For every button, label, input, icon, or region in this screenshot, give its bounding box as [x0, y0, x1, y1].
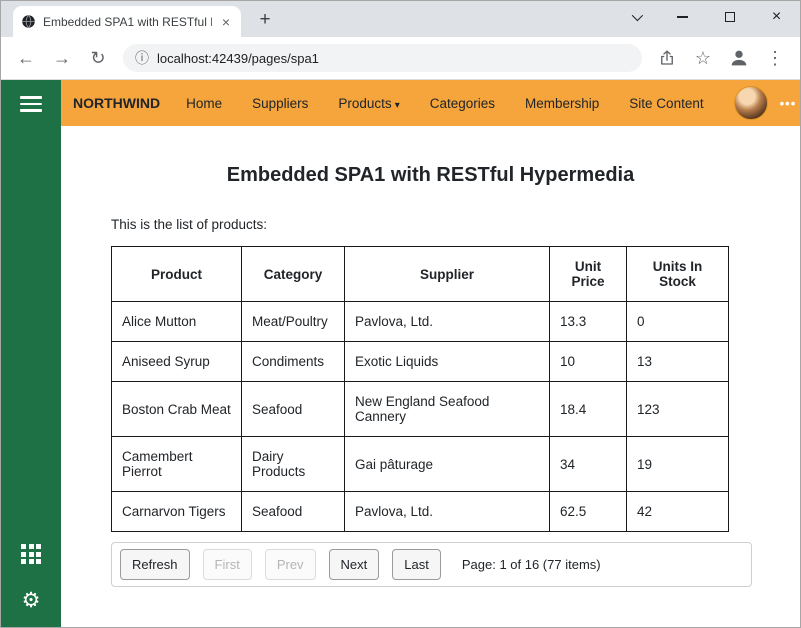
cell-category: Seafood [241, 381, 345, 437]
cell-unit-price: 62.5 [549, 491, 627, 532]
tab-strip: Embedded SPA1 with RESTful Hypermedia × … [1, 1, 800, 37]
navbar-brand[interactable]: NORTHWIND [73, 95, 160, 111]
pagination-bar: Refresh First Prev Next Last Page: 1 of … [111, 542, 752, 587]
nav-item-home[interactable]: Home [186, 96, 222, 111]
cell-category: Condiments [241, 341, 345, 382]
cell-product: Aniseed Syrup [111, 341, 242, 382]
cell-unit-price: 13.3 [549, 301, 627, 342]
tab-close-icon[interactable]: × [219, 14, 233, 30]
cell-category: Seafood [241, 491, 345, 532]
cell-unit-price: 10 [549, 341, 627, 382]
browser-tab[interactable]: Embedded SPA1 with RESTful Hypermedia × [13, 6, 241, 37]
tab-title: Embedded SPA1 with RESTful Hypermedia [43, 14, 212, 29]
settings-gear-icon[interactable]: ⚙ [22, 590, 41, 611]
left-sidebar: ⚙ [1, 80, 61, 627]
cell-units-in-stock: 123 [626, 381, 729, 437]
table-header-row: Product Category Supplier Unit Price Uni… [111, 246, 729, 302]
table-row: Aniseed Syrup Condiments Exotic Liquids … [111, 341, 729, 382]
new-tab-button[interactable]: + [251, 6, 279, 34]
minimize-button[interactable] [659, 1, 706, 33]
pagination-status: Page: 1 of 16 (77 items) [461, 557, 601, 572]
cell-units-in-stock: 42 [626, 491, 729, 532]
products-table: Product Category Supplier Unit Price Uni… [111, 246, 729, 532]
cell-product: Camembert Pierrot [111, 436, 242, 492]
first-page-button: First [202, 549, 252, 580]
window-controls: × [612, 1, 800, 33]
column-header-category: Category [241, 246, 345, 302]
back-icon[interactable]: ← [11, 43, 41, 73]
user-avatar[interactable] [733, 86, 768, 120]
refresh-button[interactable]: Refresh [120, 549, 190, 580]
column-header-unit-price: Unit Price [549, 246, 627, 302]
column-header-product: Product [111, 246, 242, 302]
column-header-units-in-stock: Units In Stock [626, 246, 729, 302]
next-page-button[interactable]: Next [328, 549, 380, 580]
cell-supplier: Pavlova, Ltd. [344, 491, 550, 532]
profile-avatar-icon[interactable] [724, 43, 754, 73]
bookmark-star-icon[interactable]: ☆ [688, 43, 718, 73]
nav-item-suppliers[interactable]: Suppliers [252, 96, 308, 111]
app-grid-icon[interactable] [21, 544, 41, 564]
cell-product: Carnarvon Tigers [111, 491, 242, 532]
cell-supplier: Gai pâturage [344, 436, 550, 492]
favicon-globe-icon [21, 14, 36, 29]
nav-item-membership[interactable]: Membership [525, 96, 599, 111]
browser-menu-icon[interactable]: ⋮ [760, 43, 790, 73]
last-page-button[interactable]: Last [392, 549, 441, 580]
cell-category: Dairy Products [241, 436, 345, 492]
table-row: Boston Crab Meat Seafood New England Sea… [111, 381, 729, 437]
share-icon[interactable] [652, 43, 682, 73]
table-row: Camembert Pierrot Dairy Products Gai pât… [111, 436, 729, 492]
prev-page-button: Prev [264, 549, 316, 580]
browser-window: Embedded SPA1 with RESTful Hypermedia × … [0, 0, 801, 628]
nav-item-products[interactable]: Products ▾ [338, 96, 399, 111]
maximize-button[interactable] [706, 1, 753, 33]
cell-supplier: New England Seafood Cannery [344, 381, 550, 437]
nav-item-site-content[interactable]: Site Content [629, 96, 703, 111]
nav-item-categories[interactable]: Categories [430, 96, 495, 111]
page-info-icon[interactable]: ⓘ [135, 48, 149, 68]
content-area: Embedded SPA1 with RESTful Hypermedia Th… [61, 126, 800, 627]
cell-unit-price: 34 [549, 436, 627, 492]
site-navbar: NORTHWIND Home Suppliers Products ▾ Categ… [61, 80, 800, 126]
page-title: Embedded SPA1 with RESTful Hypermedia [226, 164, 635, 186]
cell-product: Boston Crab Meat [111, 381, 242, 437]
column-header-supplier: Supplier [344, 246, 550, 302]
main-area: NORTHWIND Home Suppliers Products ▾ Categ… [61, 80, 800, 627]
intro-text: This is the list of products: [111, 217, 268, 232]
cell-supplier: Exotic Liquids [344, 341, 550, 382]
window-menu-chevron-icon[interactable] [612, 1, 659, 33]
navbar-overflow-menu-icon[interactable]: ••• [780, 96, 797, 111]
table-row: Alice Mutton Meat/Poultry Pavlova, Ltd. … [111, 301, 729, 342]
page-area: ⚙ NORTHWIND Home Suppliers Products ▾ Cat… [1, 80, 800, 627]
cell-units-in-stock: 0 [626, 301, 729, 342]
url-text: localhost:42439/pages/spa1 [157, 50, 319, 66]
table-row: Carnarvon Tigers Seafood Pavlova, Ltd. 6… [111, 491, 729, 532]
address-bar[interactable]: ⓘ localhost:42439/pages/spa1 [123, 44, 642, 72]
forward-icon[interactable]: → [47, 43, 77, 73]
cell-product: Alice Mutton [111, 301, 242, 342]
cell-units-in-stock: 19 [626, 436, 729, 492]
cell-unit-price: 18.4 [549, 381, 627, 437]
chevron-down-icon: ▾ [394, 99, 400, 111]
hamburger-menu-icon[interactable] [20, 96, 42, 112]
close-window-button[interactable]: × [753, 1, 800, 33]
cell-category: Meat/Poultry [241, 301, 345, 342]
cell-units-in-stock: 13 [626, 341, 729, 382]
refresh-icon[interactable]: ↻ [83, 43, 113, 73]
cell-supplier: Pavlova, Ltd. [344, 301, 550, 342]
browser-toolbar: ← → ↻ ⓘ localhost:42439/pages/spa1 ☆ ⋮ [1, 37, 800, 80]
